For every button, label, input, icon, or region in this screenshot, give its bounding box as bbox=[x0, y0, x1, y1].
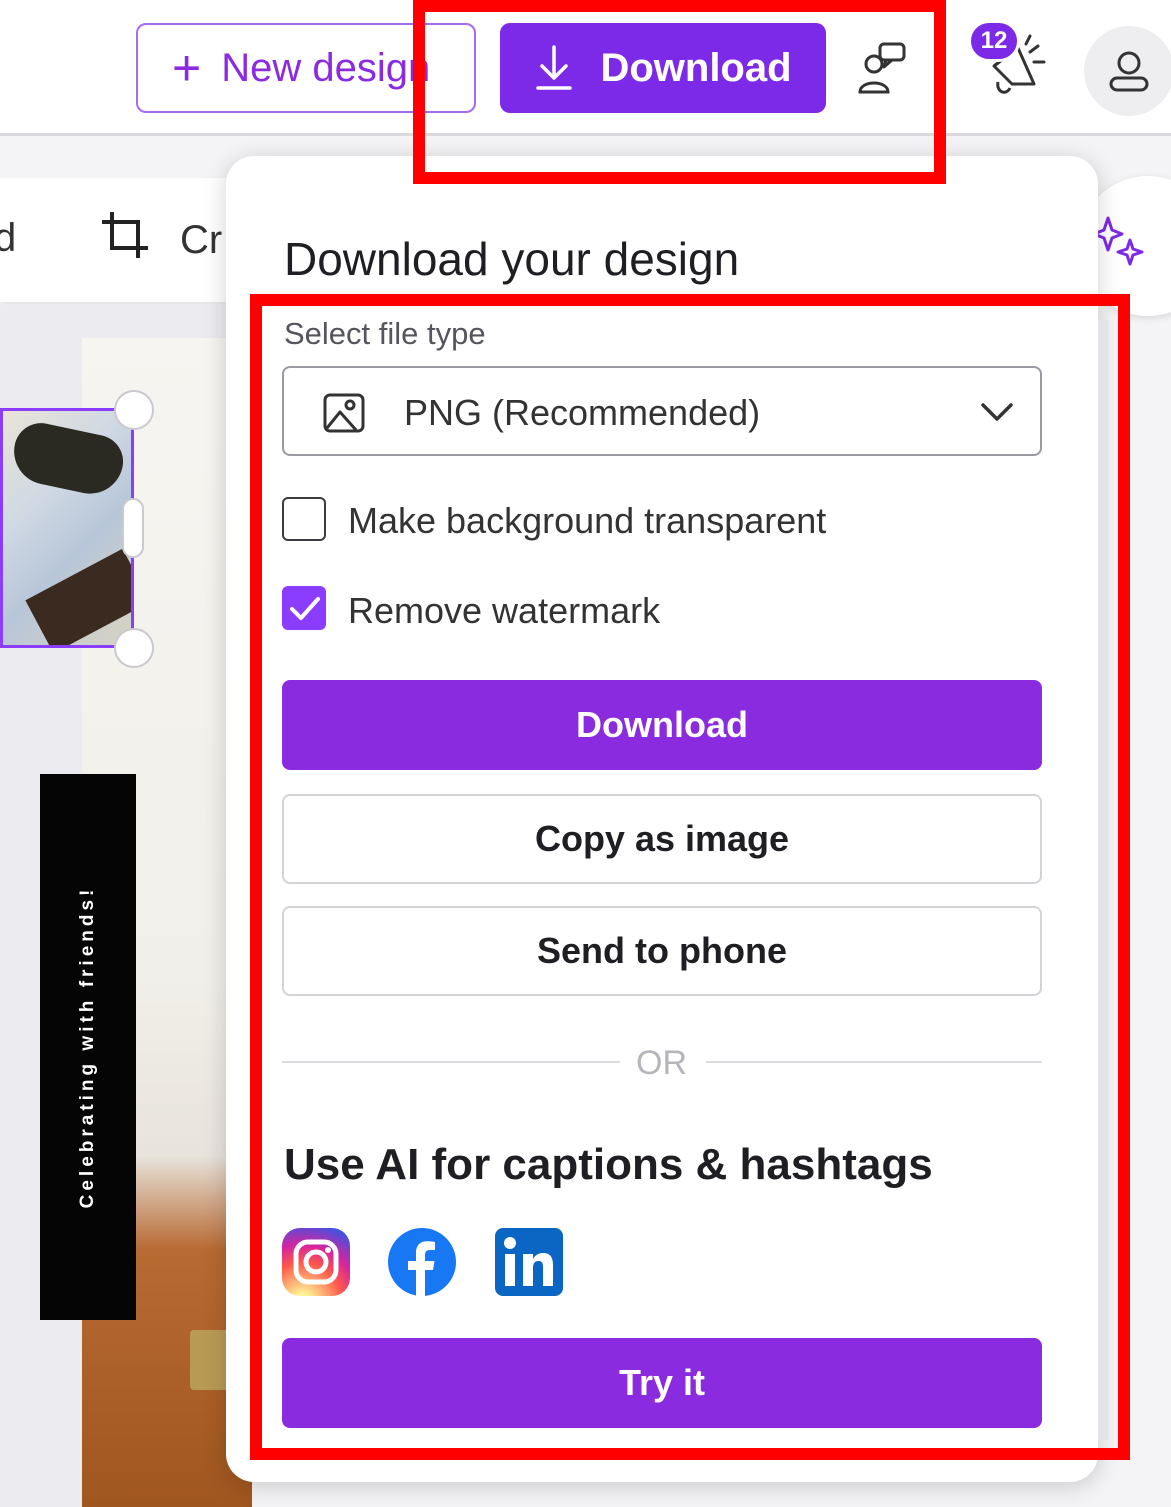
file-type-select[interactable]: PNG (Recommended) bbox=[282, 366, 1042, 456]
ai-captions-heading: Use AI for captions & hashtags bbox=[284, 1140, 933, 1189]
download-top-label: Download bbox=[600, 45, 792, 90]
instagram-icon[interactable] bbox=[282, 1228, 350, 1296]
divider bbox=[282, 1061, 620, 1063]
copy-as-image-button[interactable]: Copy as image bbox=[282, 794, 1042, 884]
linkedin-icon[interactable] bbox=[495, 1228, 563, 1296]
file-type-value: PNG (Recommended) bbox=[404, 392, 761, 433]
image-icon bbox=[323, 393, 365, 433]
or-separator: OR bbox=[636, 1044, 687, 1082]
panel-scrollbar[interactable] bbox=[1098, 320, 1108, 1440]
file-type-label: Select file type bbox=[284, 316, 486, 351]
download-icon bbox=[536, 45, 573, 90]
trunk-lock bbox=[190, 1330, 230, 1390]
remove-watermark-label[interactable]: Remove watermark bbox=[348, 590, 660, 632]
send-to-phone-button[interactable]: Send to phone bbox=[282, 906, 1042, 996]
new-design-button[interactable]: + New design bbox=[136, 23, 476, 113]
checkmark-icon bbox=[290, 597, 320, 620]
panel-title: Download your design bbox=[284, 233, 740, 285]
user-icon bbox=[1109, 51, 1149, 92]
resize-handle-top-right[interactable] bbox=[114, 390, 154, 430]
notification-badge: 12 bbox=[968, 20, 1020, 62]
transparent-background-checkbox[interactable] bbox=[282, 497, 326, 541]
try-it-button[interactable]: Try it bbox=[282, 1338, 1042, 1428]
selected-photo[interactable] bbox=[0, 408, 134, 648]
resize-handle-right[interactable] bbox=[122, 498, 144, 558]
transparent-background-label[interactable]: Make background transparent bbox=[348, 500, 826, 542]
avatar[interactable] bbox=[1084, 26, 1171, 116]
crop-label[interactable]: Cr bbox=[180, 218, 222, 263]
resize-handle-bottom-right[interactable] bbox=[114, 628, 154, 668]
facebook-icon[interactable] bbox=[388, 1228, 456, 1296]
crop-icon[interactable] bbox=[100, 210, 150, 260]
chevron-down-icon bbox=[981, 403, 1013, 421]
download-button[interactable]: Download bbox=[282, 680, 1042, 770]
comments-icon[interactable] bbox=[850, 40, 914, 96]
top-bar: + New design Download 12 bbox=[0, 0, 1171, 136]
plus-icon: + bbox=[172, 40, 202, 96]
banner-text: Celebrating with friends! bbox=[77, 885, 98, 1209]
remove-watermark-checkbox[interactable] bbox=[282, 586, 326, 630]
sparkle-icon bbox=[1094, 216, 1144, 266]
divider bbox=[706, 1061, 1042, 1063]
download-share-button[interactable]: Download bbox=[500, 23, 826, 113]
new-design-label: New design bbox=[221, 45, 431, 90]
